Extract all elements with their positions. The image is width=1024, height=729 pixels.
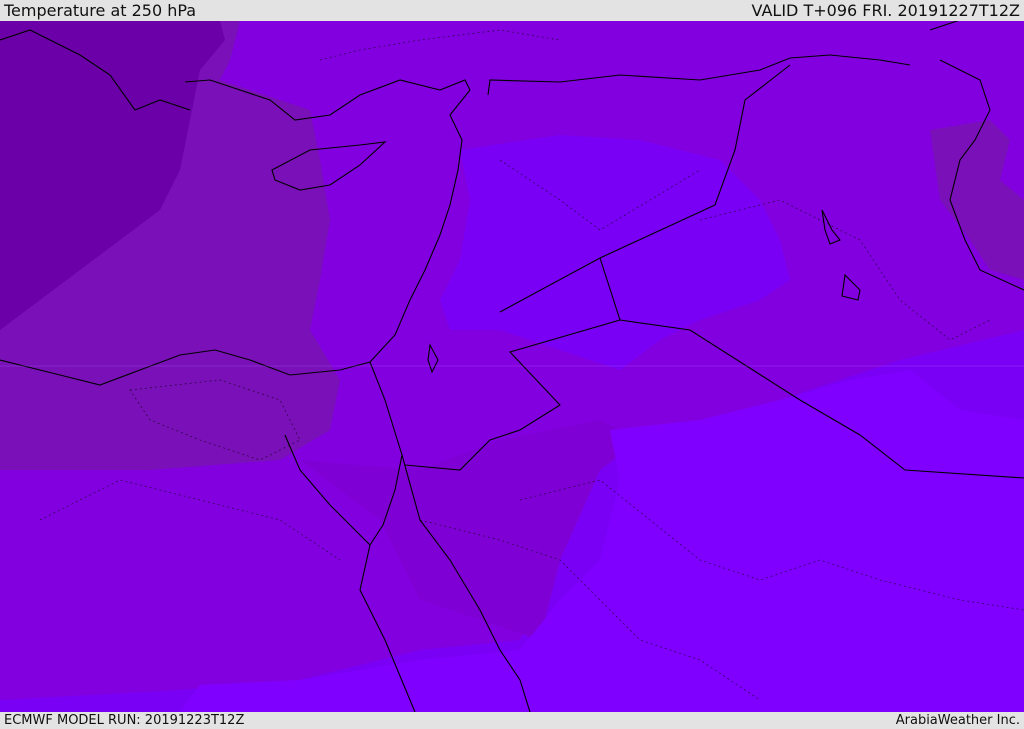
- map-footer: ECMWF MODEL RUN: 20191223T12Z ArabiaWeat…: [0, 712, 1024, 729]
- weather-map: [0, 21, 1024, 712]
- credit: ArabiaWeather Inc.: [895, 713, 1020, 728]
- valid-time: VALID T+096 FRI. 20191227T12Z: [751, 1, 1020, 20]
- map-header: Temperature at 250 hPa VALID T+096 FRI. …: [0, 0, 1024, 21]
- map-title: Temperature at 250 hPa: [4, 1, 197, 20]
- model-run: ECMWF MODEL RUN: 20191223T12Z: [4, 713, 245, 728]
